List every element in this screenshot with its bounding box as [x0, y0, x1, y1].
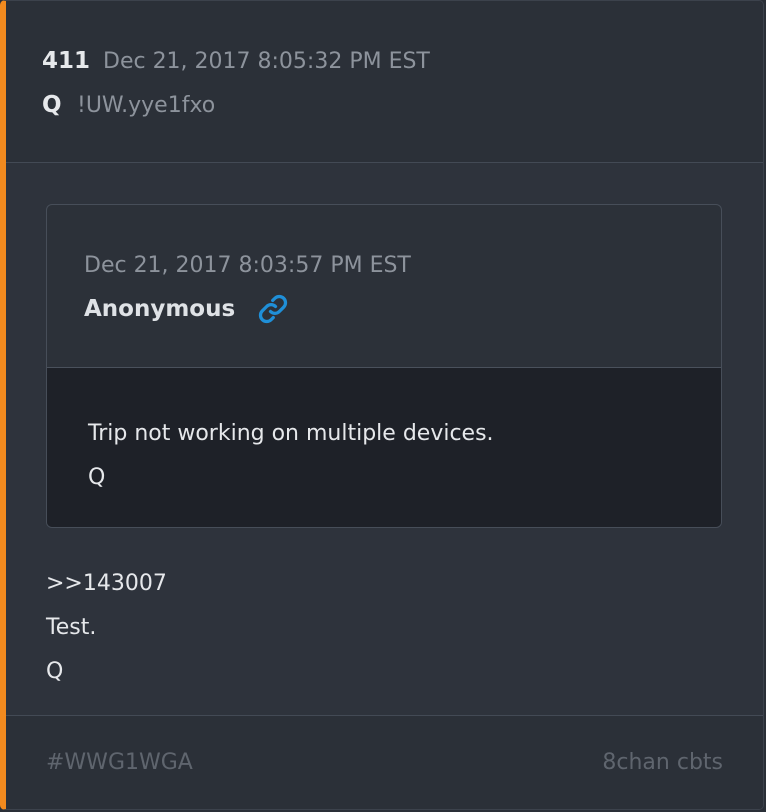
author-name: Q — [42, 92, 62, 118]
post-text-line: Test. — [46, 615, 97, 640]
post-footer: #WWG1WGA 8chan cbts — [6, 715, 763, 809]
chain-link-icon — [258, 294, 288, 324]
source-label: 8chan cbts — [602, 750, 723, 775]
post-header: 411 Dec 21, 2017 8:05:32 PM EST Q !UW.yy… — [6, 1, 763, 163]
post-signature: Q — [46, 659, 64, 684]
post-date: Dec 21, 2017 8:05:32 PM EST — [103, 49, 430, 74]
quoted-post-body: Trip not working on multiple devices. Q — [47, 368, 721, 527]
quoted-signature: Q — [88, 465, 106, 490]
link-icon[interactable] — [258, 294, 288, 324]
quoted-post-author: Anonymous — [84, 296, 236, 322]
post-card: 411 Dec 21, 2017 8:05:32 PM EST Q !UW.yy… — [0, 0, 764, 810]
tripcode: !UW.yye1fxo — [77, 93, 216, 118]
post-number: 411 — [42, 48, 91, 74]
hashtag-label: #WWG1WGA — [46, 750, 193, 775]
quoted-post-header: Dec 21, 2017 8:03:57 PM EST Anonymous — [47, 205, 721, 368]
quoted-post: Dec 21, 2017 8:03:57 PM EST Anonymous Tr… — [46, 204, 722, 528]
quoted-text-line: Trip not working on multiple devices. — [88, 421, 494, 446]
backlink-reference[interactable]: >>143007 — [46, 571, 167, 596]
quoted-post-date: Dec 21, 2017 8:03:57 PM EST — [84, 253, 411, 278]
